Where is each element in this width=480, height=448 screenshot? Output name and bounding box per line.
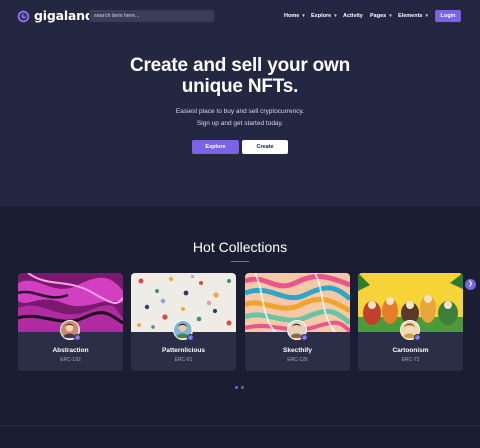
collection-name: Abstraction xyxy=(52,347,89,354)
menu-item-activity[interactable]: Activity xyxy=(343,11,363,21)
hero-subtitle: Easiest place to buy and sell cryptocurr… xyxy=(0,106,480,130)
hero-subtitle-line2: Sign up and get started today. xyxy=(196,120,284,127)
collection-card[interactable]: ✓ Cartoonism ERC-73 xyxy=(358,273,463,371)
verified-check-icon: ✓ xyxy=(301,334,308,341)
chevron-down-icon: ▼ xyxy=(424,13,429,18)
collection-card[interactable]: ✓ Patternlicious ERC-61 xyxy=(131,273,236,371)
menu-label-elements: Elements xyxy=(398,13,423,19)
carousel-dot-1[interactable] xyxy=(235,386,238,389)
chevron-down-icon: ▼ xyxy=(388,13,393,18)
carousel-dot-2[interactable] xyxy=(241,386,244,389)
menu-label-explore: Explore xyxy=(311,13,332,19)
top-navbar: gigaland Home▼ Explore▼ Activity Pages▼ … xyxy=(0,0,480,32)
collection-erc: ERC-61 xyxy=(174,357,193,363)
menu-item-pages[interactable]: Pages ▼ xyxy=(370,11,393,21)
chevron-right-icon: ❯ xyxy=(467,281,474,287)
collection-erc: ERC-192 xyxy=(60,357,81,363)
hero-title-line2: unique NFTs. xyxy=(181,76,299,97)
collection-name: Cartoonism xyxy=(392,347,429,354)
collection-card[interactable]: ✓ Skecthify ERC-126 xyxy=(245,273,350,371)
explore-button[interactable]: Explore xyxy=(192,140,239,154)
menu-label-pages: Pages xyxy=(370,13,387,19)
collection-erc: ERC-73 xyxy=(401,357,420,363)
verified-check-icon: ✓ xyxy=(74,334,81,341)
hero-section: gigaland Home▼ Explore▼ Activity Pages▼ … xyxy=(0,0,480,207)
hero-title: Create and sell your own unique NFTs. xyxy=(0,55,480,97)
hero-subtitle-line1: Easiest place to buy and sell cryptocurr… xyxy=(175,108,305,115)
login-button[interactable]: Login xyxy=(435,10,461,22)
menu-label-activity: Activity xyxy=(343,13,363,19)
verified-check-icon: ✓ xyxy=(414,334,421,341)
section-divider xyxy=(0,425,480,426)
menu-item-home[interactable]: Home ▼ xyxy=(284,11,306,21)
chevron-down-icon: ▼ xyxy=(333,13,338,18)
collection-name: Patternlicious xyxy=(162,347,205,354)
section-title: Hot Collections xyxy=(192,239,288,255)
collection-card[interactable]: ✓ Abstraction ERC-192 xyxy=(18,273,123,371)
carousel-next-button[interactable]: ❯ xyxy=(465,279,476,290)
main-menu: Home ▼ Explore ▼ Activity Pages ▼ Elements ▼ xyxy=(0,11,480,21)
menu-item-explore[interactable]: Explore ▼ xyxy=(311,11,338,21)
collection-erc: ERC-126 xyxy=(287,357,308,363)
collection-name: Skecthify xyxy=(283,347,312,354)
chevron-down-icon: ▼ xyxy=(301,13,306,18)
menu-label-home: Home xyxy=(284,13,300,19)
create-button[interactable]: Create xyxy=(242,140,288,154)
menu-item-elements[interactable]: Elements ▼ xyxy=(398,11,429,21)
hero-title-line1: Create and sell your own xyxy=(129,55,351,76)
verified-check-icon: ✓ xyxy=(187,334,194,341)
title-underline xyxy=(231,261,249,262)
